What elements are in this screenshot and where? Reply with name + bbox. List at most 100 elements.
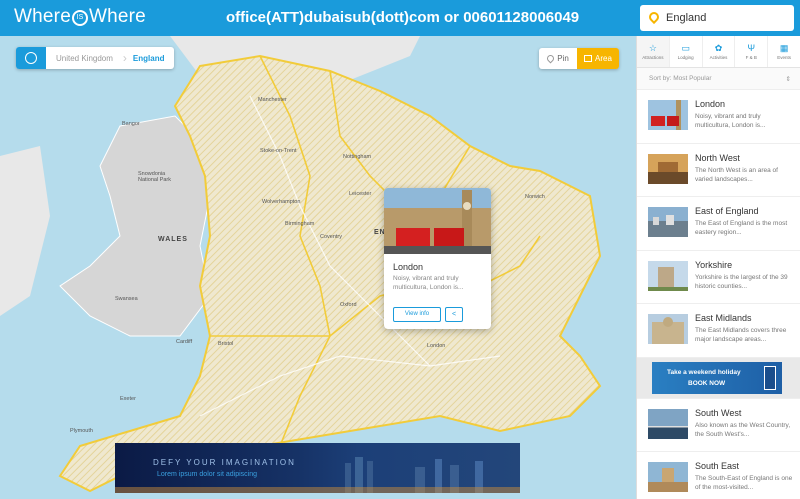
map-label-coventry: Coventry bbox=[320, 234, 343, 240]
map-area[interactable]: WALES EN Manchester Bangor Snowdonia Nat… bbox=[0, 36, 636, 499]
tab-activities[interactable]: ✿ Activities bbox=[703, 36, 736, 67]
breadcrumb: United Kingdom › England bbox=[16, 47, 175, 69]
thumb-london bbox=[648, 100, 688, 130]
item-description: The East Midlands covers three major lan… bbox=[695, 327, 787, 343]
banner-headline: DEFY YOUR IMAGINATION bbox=[153, 458, 296, 467]
item-title: East of England bbox=[695, 206, 759, 216]
breadcrumb-united-kingdom[interactable]: United Kingdom bbox=[46, 54, 123, 63]
location-search[interactable] bbox=[640, 5, 794, 31]
popup-london-image bbox=[384, 188, 491, 254]
signpost-icon bbox=[764, 365, 776, 390]
star-icon: ☆ bbox=[648, 43, 657, 53]
logo-text-left: Where bbox=[14, 6, 71, 27]
map-label-bangor: Bangor bbox=[122, 121, 140, 127]
ireland-land bbox=[0, 146, 50, 316]
tab-lodging[interactable]: ▭ Lodging bbox=[670, 36, 703, 67]
sidebar: ☆ Attractions ▭ Lodging ✿ Activities Ψ F & B… bbox=[636, 36, 800, 499]
map-canvas bbox=[0, 36, 602, 493]
map-label-nottingham: Nottingham bbox=[343, 154, 372, 160]
globe-icon[interactable] bbox=[16, 47, 46, 69]
map-label-wales: WALES bbox=[158, 236, 188, 243]
thumb-east-midlands bbox=[648, 314, 688, 344]
category-tabs: ☆ Attractions ▭ Lodging ✿ Activities Ψ F & B… bbox=[637, 36, 800, 68]
popup-title: London bbox=[393, 262, 424, 272]
pin-icon bbox=[545, 53, 556, 64]
map-label-cardiff: Cardiff bbox=[176, 339, 193, 345]
map-label-leicester: Leicester bbox=[349, 191, 372, 197]
bed-icon: ▭ bbox=[681, 43, 690, 53]
tab-attractions[interactable]: ☆ Attractions bbox=[637, 36, 670, 67]
list-item[interactable]: South West Also known as the West Countr… bbox=[637, 398, 800, 451]
map-mode-toggle: Pin Area bbox=[539, 48, 619, 69]
sort-label: Sort by: Most Popular bbox=[649, 75, 712, 82]
fork-knife-icon: Ψ bbox=[747, 43, 756, 53]
list-item[interactable]: London Noisy, vibrant and truly multicul… bbox=[637, 90, 800, 143]
item-description: Noisy, vibrant and truly multicultura, L… bbox=[695, 113, 766, 129]
pin-mode-label: Pin bbox=[557, 54, 569, 63]
ad-line1: Take a weekend holiday bbox=[667, 368, 741, 376]
tab-food-beverage[interactable]: Ψ F & B bbox=[735, 36, 769, 67]
map-label-exeter: Exeter bbox=[120, 396, 136, 402]
map-label-london: London bbox=[427, 343, 446, 349]
map-label-swansea: Swansea bbox=[115, 296, 138, 302]
thumb-yorkshire bbox=[648, 260, 688, 291]
list-item[interactable]: East of England The East of England is t… bbox=[637, 197, 800, 250]
area-icon bbox=[584, 55, 593, 62]
map-label-stoke: Stoke-on-Trent bbox=[260, 148, 297, 154]
item-title: North West bbox=[695, 152, 740, 163]
thumb-south-west bbox=[648, 408, 688, 439]
events-icon: ▦ bbox=[779, 43, 789, 53]
tab-food-beverage-label: F & B bbox=[745, 55, 757, 60]
list-item[interactable]: East Midlands The East Midlands covers t… bbox=[637, 304, 800, 357]
destination-list: London Noisy, vibrant and truly multicul… bbox=[637, 90, 800, 499]
item-description: The East of England is the most eastery … bbox=[695, 220, 788, 236]
activity-icon: ✿ bbox=[714, 43, 723, 53]
breadcrumb-england[interactable]: England bbox=[127, 54, 175, 63]
area-mode-label: Area bbox=[595, 54, 612, 63]
map-label-norwich: Norwich bbox=[525, 194, 545, 200]
item-title: East Midlands bbox=[695, 313, 752, 323]
map-label-birmingham: Birmingham bbox=[285, 221, 315, 227]
bottom-ad-banner[interactable]: DEFY YOUR IMAGINATION Lorem ipsum dolor … bbox=[115, 443, 520, 493]
view-info-button[interactable]: View info bbox=[393, 307, 441, 322]
item-title: South East bbox=[695, 461, 740, 471]
location-popup: London Noisy, vibrant and truly multicul… bbox=[384, 188, 491, 329]
wales-land bbox=[59, 115, 211, 337]
tab-events[interactable]: ▦ Events bbox=[768, 36, 800, 67]
thumb-east-of-england bbox=[648, 207, 688, 237]
top-bar: Where IS Where office(ATT)dubaisub(dott)co… bbox=[0, 0, 800, 36]
logo-text-right: Where bbox=[88, 6, 146, 27]
location-pin-icon bbox=[646, 9, 662, 25]
chevron-updown-icon: ⇕ bbox=[785, 75, 791, 83]
logo[interactable]: Where IS Where bbox=[14, 6, 146, 28]
thumb-north-west bbox=[648, 153, 688, 184]
map-label-bristol: Bristol bbox=[218, 341, 234, 347]
item-description: The North West is an area of varied land… bbox=[695, 166, 778, 183]
item-title: London bbox=[695, 99, 726, 109]
tab-lodging-label: Lodging bbox=[677, 55, 694, 60]
pin-mode-button[interactable]: Pin bbox=[539, 48, 577, 69]
banner-subline: Lorem ipsum dolor sit adipiscing bbox=[157, 471, 257, 478]
contact-text: office(ATT)dubaisub(dott)com or 00601128… bbox=[226, 9, 580, 26]
sort-dropdown[interactable]: Sort by: Most Popular ⇕ bbox=[637, 68, 800, 90]
item-title: South West bbox=[695, 407, 742, 418]
map-label-manchester: Manchester bbox=[258, 97, 287, 103]
thumb-south-east bbox=[648, 462, 688, 492]
item-title: Yorkshire bbox=[695, 259, 733, 270]
share-icon[interactable]: < bbox=[445, 307, 463, 322]
location-search-input[interactable] bbox=[666, 10, 786, 26]
list-item[interactable]: North West The North West is an area of … bbox=[637, 143, 800, 196]
map-label-plymouth: Plymouth bbox=[70, 428, 93, 434]
tab-activities-label: Activities bbox=[709, 55, 728, 60]
sidebar-ad-banner[interactable]: Take a weekend holiday BOOK NOW bbox=[652, 361, 782, 394]
item-description: The South-East of England is one of the … bbox=[695, 475, 793, 491]
item-description: Also known as the West Country, the Sout… bbox=[695, 421, 791, 438]
list-item[interactable]: Yorkshire Yorkshire is the largest of th… bbox=[637, 250, 800, 303]
tab-attractions-label: Attractions bbox=[642, 55, 664, 60]
list-item[interactable]: South East The South-East of England is … bbox=[637, 452, 800, 499]
area-mode-button[interactable]: Area bbox=[577, 48, 619, 69]
tab-events-label: Events bbox=[777, 55, 791, 60]
map-label-snowdonia: Snowdonia National Park bbox=[138, 171, 172, 183]
sidebar-ad[interactable]: Take a weekend holiday BOOK NOW bbox=[637, 357, 800, 398]
popup-description: Noisy, vibrant and truly multicultura, L… bbox=[393, 275, 464, 291]
